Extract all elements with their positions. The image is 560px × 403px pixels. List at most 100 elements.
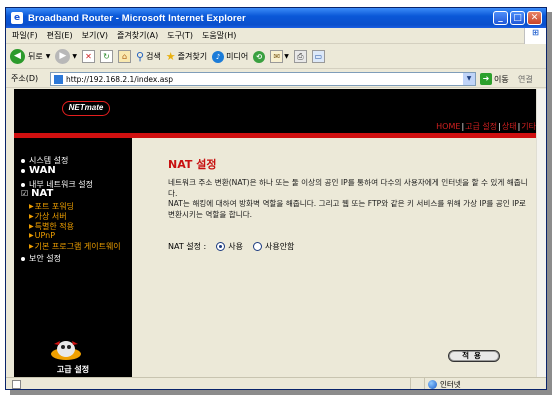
history-button[interactable]: ⟲ xyxy=(253,50,266,63)
back-arrow-icon: ◀ xyxy=(10,49,25,64)
arrow-right-icon: ▶ xyxy=(29,232,34,239)
radio-disable[interactable] xyxy=(252,242,262,251)
page-title: NAT 설정 xyxy=(168,158,217,171)
stop-icon: ✕ xyxy=(81,50,95,63)
bullet-icon xyxy=(21,256,25,261)
zone-label: 인터넷 xyxy=(440,380,461,389)
media-button[interactable]: ♪ 미디어 xyxy=(212,50,249,63)
router-header: NETmate HOME|고급 설정|상태|기타 xyxy=(14,89,536,133)
menu-edit[interactable]: 편집(E) xyxy=(47,30,73,41)
sidebar-item-wan[interactable]: WAN xyxy=(21,165,56,176)
menu-bar: 파일(F) 편집(E) 보기(V) 즐겨찾기(A) 도구(T) 도움말(H) ⊞ xyxy=(6,28,546,44)
back-button[interactable]: ◀ 뒤로 ▼ xyxy=(10,49,50,64)
favorites-button[interactable]: ★ 즐겨찾기 xyxy=(166,50,207,63)
go-button[interactable]: ➜ 이동 xyxy=(480,73,509,85)
nat-disable-option[interactable]: 사용안함 xyxy=(252,241,295,252)
chevron-down-icon: ▼ xyxy=(72,53,77,60)
sidebar: 시스템 설정 WAN 내부 네트워크 설정 ☑ NAT ▶ 포트 포워딩 ▶ 가… xyxy=(14,138,132,377)
nat-setting-row: NAT 설정 : 사용 사용안함 xyxy=(168,241,294,252)
advanced-settings-label: 고급 설정 xyxy=(56,365,90,374)
favorites-label: 즐겨찾기 xyxy=(177,52,208,61)
minimize-button[interactable]: _ xyxy=(493,11,508,25)
sidebar-subitem-alg[interactable]: ▶ 기본 프로그램 게이트웨이 xyxy=(29,241,121,252)
status-divider xyxy=(410,378,411,389)
radio-enable[interactable] xyxy=(216,242,226,251)
refresh-button[interactable]: ↻ xyxy=(99,50,113,63)
history-icon: ⟲ xyxy=(253,50,266,63)
page-status-icon xyxy=(12,379,21,389)
address-label: 주소(D) xyxy=(11,74,39,83)
main-content: NAT 설정 네트워크 주소 변환(NAT)은 하나 또는 둘 이상의 공인 I… xyxy=(132,138,536,377)
description-paragraph: NAT는 해킹에 대하여 방화벽 역할을 해줍니다. 그리고 웹 또는 FTP와… xyxy=(168,199,526,219)
nav-home[interactable]: HOME xyxy=(436,122,460,131)
search-label: 검색 xyxy=(146,52,161,61)
menu-view[interactable]: 보기(V) xyxy=(82,30,108,41)
back-label: 뒤로 xyxy=(28,52,43,61)
address-url: http://192.168.2.1/index.asp xyxy=(66,74,173,84)
menu-favorites[interactable]: 즐겨찾기(A) xyxy=(117,30,158,41)
sidebar-item-nat[interactable]: ☑ NAT xyxy=(21,188,53,199)
arrow-right-icon: ▶ xyxy=(29,213,34,220)
forward-button[interactable]: ▶ ▼ xyxy=(55,49,77,64)
sidebar-subitem-upnp[interactable]: ▶ UPnP xyxy=(29,231,55,240)
apply-button[interactable]: 적용 xyxy=(448,350,500,362)
forward-arrow-icon: ▶ xyxy=(55,49,71,64)
ie-icon: e xyxy=(11,12,23,24)
option-enable-label: 사용 xyxy=(228,242,243,251)
nav-status[interactable]: 상태 xyxy=(502,122,517,131)
nat-description: 네트워크 주소 변환(NAT)은 하나 또는 둘 이상의 공인 IP를 통하여 … xyxy=(168,178,528,220)
refresh-icon: ↻ xyxy=(99,50,113,63)
sidebar-subitem-label: UPnP xyxy=(34,231,56,240)
home-button[interactable]: ⌂ xyxy=(117,50,131,63)
sidebar-item-security[interactable]: 보안 설정 xyxy=(21,253,61,264)
maximize-button[interactable]: □ xyxy=(510,11,525,25)
globe-icon xyxy=(428,380,437,389)
menu-file[interactable]: 파일(F) xyxy=(12,30,38,41)
bullet-icon xyxy=(21,158,25,163)
chevron-down-icon[interactable]: ▼ xyxy=(463,73,475,85)
nat-enable-option[interactable]: 사용 xyxy=(216,241,243,252)
media-icon: ♪ xyxy=(212,50,225,63)
windows-logo-icon: ⊞ xyxy=(524,28,546,44)
sidebar-subitem-label: 기본 프로그램 게이트웨이 xyxy=(34,242,121,251)
media-label: 미디어 xyxy=(226,52,249,61)
checkmark-icon: ☑ xyxy=(21,189,29,198)
mail-button[interactable]: ✉ ▼ xyxy=(270,50,289,63)
description-paragraph: 네트워크 주소 변환(NAT)은 하나 또는 둘 이상의 공인 IP를 통하여 … xyxy=(168,178,528,198)
page-icon xyxy=(54,74,63,84)
menu-help[interactable]: 도움말(H) xyxy=(202,30,236,41)
sidebar-item-label: NAT xyxy=(31,188,54,199)
nat-setting-label: NAT 설정 : xyxy=(168,242,207,251)
edit-icon: ▭ xyxy=(311,50,325,63)
chevron-down-icon: ▼ xyxy=(45,53,51,60)
edit-button[interactable]: ▭ xyxy=(311,50,325,63)
vertical-scrollbar[interactable] xyxy=(536,89,546,377)
search-button[interactable]: ⚲ 검색 xyxy=(136,50,161,63)
security-zone: 인터넷 xyxy=(428,379,461,389)
chevron-down-icon: ▼ xyxy=(284,53,289,60)
window-title: Broadband Router - Microsoft Internet Ex… xyxy=(28,12,246,24)
links-button[interactable]: 연결 xyxy=(518,74,533,85)
sidebar-item-label: WAN xyxy=(29,165,56,176)
address-input[interactable]: http://192.168.2.1/index.asp ▼ xyxy=(50,72,476,86)
close-button[interactable]: ✕ xyxy=(527,11,542,25)
arrow-right-icon: ▶ xyxy=(29,223,34,230)
browser-window: e Broadband Router - Microsoft Internet … xyxy=(5,7,547,390)
bullet-icon xyxy=(21,168,25,173)
mail-icon: ✉ xyxy=(270,50,284,63)
go-label: 이동 xyxy=(494,74,509,84)
bullet-icon xyxy=(21,182,25,187)
arrow-right-icon: ▶ xyxy=(29,243,34,250)
option-disable-label: 사용안함 xyxy=(264,242,295,251)
stop-button[interactable]: ✕ xyxy=(81,50,95,63)
home-icon: ⌂ xyxy=(117,50,131,63)
top-nav: HOME|고급 설정|상태|기타 xyxy=(436,122,536,131)
nav-advanced[interactable]: 고급 설정 xyxy=(465,122,497,131)
nav-other[interactable]: 기타 xyxy=(521,122,536,131)
netmate-logo[interactable]: NETmate xyxy=(62,101,110,116)
menu-tools[interactable]: 도구(T) xyxy=(167,30,193,41)
page-viewport: NETmate HOME|고급 설정|상태|기타 시스템 설정 WAN 내부 네… xyxy=(14,89,536,377)
status-bar: 인터넷 xyxy=(6,377,546,389)
print-button[interactable]: ⎙ xyxy=(293,50,307,63)
title-bar[interactable]: e Broadband Router - Microsoft Internet … xyxy=(6,8,546,28)
